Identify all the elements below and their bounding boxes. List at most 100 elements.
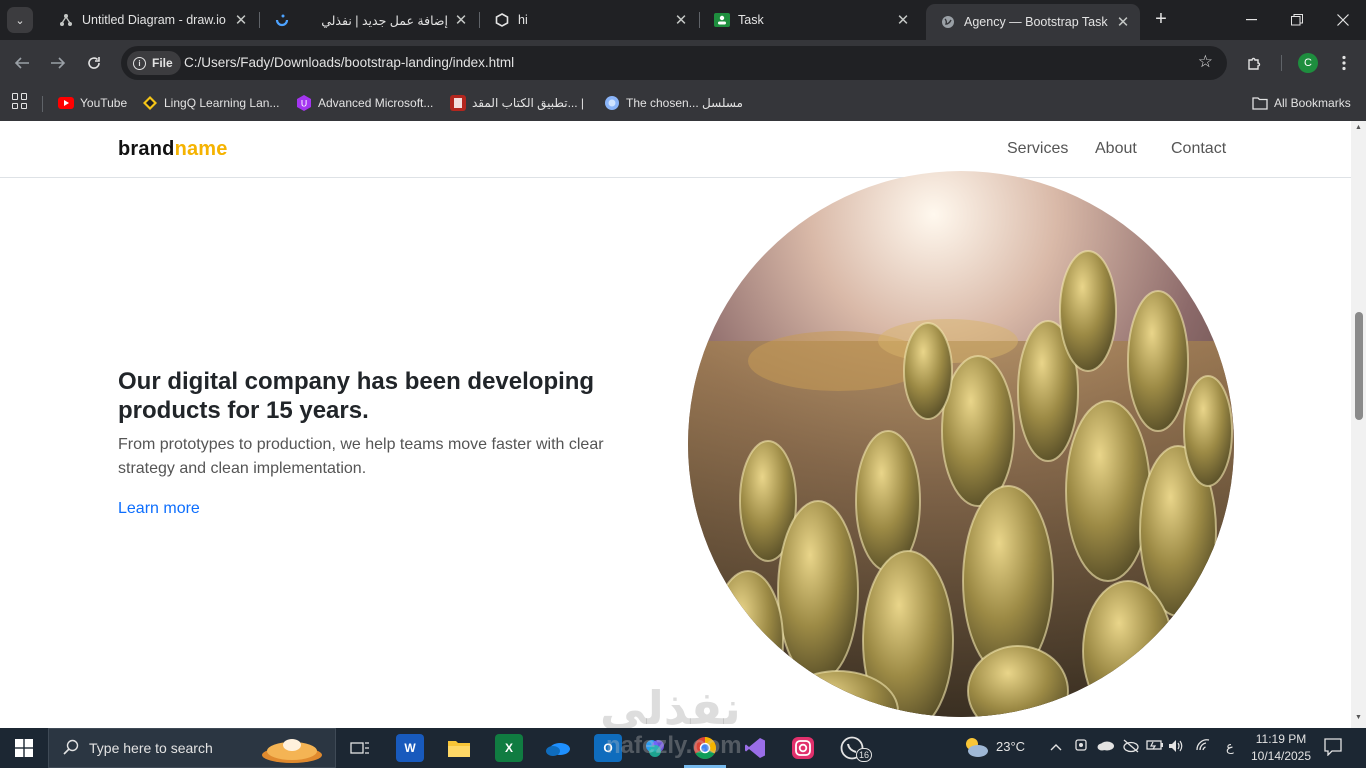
profile-avatar[interactable]: C — [1298, 53, 1318, 73]
back-arrow-icon[interactable] — [10, 51, 34, 75]
weather-temp[interactable]: 23°C — [996, 739, 1025, 754]
bible-icon — [450, 95, 466, 111]
tab-task[interactable]: Task ✕ — [700, 4, 920, 36]
windows-start-icon[interactable] — [0, 728, 48, 768]
tray-chevron-up-icon[interactable] — [1050, 739, 1062, 754]
scroll-down-arrow-icon[interactable]: ▼ — [1354, 714, 1363, 723]
bookmarks-bar: YouTube LingQ Learning Lan... U Advanced… — [0, 86, 1366, 121]
lingq-icon — [142, 95, 158, 111]
close-tab-icon[interactable]: ✕ — [894, 11, 912, 29]
network-off-icon[interactable] — [1122, 739, 1140, 756]
classroom-icon — [714, 12, 730, 28]
bookmark-bible-app[interactable]: تطبيق الكتاب المقد... | — [450, 92, 584, 114]
tab-title: إضافة عمل جديد | نفذلي — [321, 13, 448, 28]
brand-main: brand — [118, 138, 175, 160]
address-bar[interactable]: i File C:/Users/Fady/Downloads/bootstrap… — [121, 46, 1227, 80]
visual-studio-icon[interactable] — [741, 734, 769, 762]
tab-hi[interactable]: hi ✕ — [480, 4, 698, 36]
minimize-button[interactable] — [1228, 0, 1274, 40]
search-placeholder: Type here to search — [89, 740, 213, 756]
weather-icon[interactable] — [962, 736, 990, 761]
scroll-up-arrow-icon[interactable]: ▲ — [1354, 124, 1363, 133]
nafezly-url-watermark: nafezly.com — [606, 732, 742, 759]
task-view-icon[interactable] — [346, 734, 374, 762]
word-icon[interactable]: W — [396, 734, 424, 762]
close-tab-icon[interactable]: ✕ — [1114, 13, 1132, 31]
bookmark-youtube[interactable]: YouTube — [58, 92, 127, 114]
page-scrollbar[interactable]: ▲ ▼ — [1351, 121, 1366, 728]
notifications-icon[interactable] — [1324, 738, 1342, 759]
info-icon: i — [133, 56, 146, 70]
bookmark-lingq[interactable]: LingQ Learning Lan... — [142, 92, 279, 114]
tab-strip: ⌄ Untitled Diagram - draw.io ✕ إضافة عمل… — [0, 0, 1366, 40]
nafezly-watermark: نفذلي — [600, 682, 741, 728]
bookmark-label: The chosen... مسلسل — [626, 96, 743, 110]
bookmark-the-chosen[interactable]: The chosen... مسلسل — [604, 92, 743, 114]
svg-text:U: U — [301, 100, 308, 110]
forward-arrow-icon[interactable] — [46, 51, 70, 75]
bookmark-label: YouTube — [80, 96, 128, 110]
udemy-icon: U — [296, 95, 312, 111]
bookmarks-divider — [42, 96, 43, 112]
restore-button[interactable] — [1274, 0, 1320, 40]
bookmark-label: Advanced Microsoft... — [318, 96, 434, 110]
brand-logo[interactable]: brandname — [118, 138, 228, 161]
nav-link-contact[interactable]: Contact — [1171, 140, 1226, 158]
chosen-icon — [604, 95, 620, 111]
onedrive-icon[interactable] — [544, 734, 572, 762]
tab-drawio[interactable]: Untitled Diagram - draw.io ✕ — [44, 4, 258, 36]
search-icon — [63, 739, 81, 758]
wifi-icon[interactable] — [1196, 739, 1210, 754]
learn-more-link[interactable]: Learn more — [118, 500, 200, 518]
nav-link-services[interactable]: Services — [1007, 140, 1068, 158]
volume-icon[interactable] — [1168, 739, 1184, 756]
browser-toolbar: i File C:/Users/Fady/Downloads/bootstrap… — [0, 40, 1366, 86]
pie-highlight-icon — [257, 733, 327, 768]
close-tab-icon[interactable]: ✕ — [452, 11, 470, 29]
tab-title: hi — [518, 13, 528, 27]
close-tab-icon[interactable]: ✕ — [672, 11, 690, 29]
tab-nafezly[interactable]: إضافة عمل جديد | نفذلي ✕ — [260, 4, 478, 36]
instagram-icon[interactable] — [789, 734, 817, 762]
drawio-icon — [58, 12, 74, 28]
tab-title: Untitled Diagram - draw.io — [82, 13, 226, 27]
extensions-icon[interactable] — [1243, 51, 1267, 75]
nafezly-icon — [274, 12, 290, 28]
tab-agency-active[interactable]: Agency — Bootstrap Task ✕ — [926, 4, 1140, 40]
close-tab-icon[interactable]: ✕ — [232, 11, 250, 29]
page-viewport: brandname Services About Contact Our dig… — [0, 121, 1351, 728]
tab-title: Task — [738, 13, 764, 27]
apps-grid-icon[interactable] — [12, 93, 28, 109]
excel-icon[interactable]: X — [495, 734, 523, 762]
close-window-button[interactable] — [1320, 0, 1366, 40]
file-explorer-icon[interactable] — [445, 734, 473, 762]
input-language[interactable]: ع — [1226, 739, 1234, 755]
camera-tray-icon[interactable] — [1074, 739, 1088, 756]
youtube-icon — [58, 95, 74, 111]
reload-icon[interactable] — [82, 51, 106, 75]
onedrive-tray-icon[interactable] — [1097, 739, 1115, 754]
bookmark-udemy[interactable]: U Advanced Microsoft... — [296, 92, 433, 114]
all-bookmarks-label: All Bookmarks — [1274, 96, 1351, 110]
clock-date: 10/14/2025 — [1250, 749, 1312, 763]
new-tab-button[interactable]: + — [1150, 9, 1172, 31]
tab-search-button[interactable]: ⌄ — [7, 7, 33, 33]
url-text[interactable]: C:/Users/Fady/Downloads/bootstrap-landin… — [184, 55, 514, 70]
site-info-chip[interactable]: i File — [127, 51, 181, 75]
battery-icon[interactable] — [1146, 739, 1164, 754]
bookmark-star-icon[interactable]: ☆ — [1198, 52, 1213, 72]
nav-link-about[interactable]: About — [1095, 140, 1137, 158]
scheme-label: File — [152, 56, 173, 70]
globe-icon — [940, 14, 956, 30]
menu-dots-icon[interactable] — [1332, 51, 1356, 75]
taskbar-search[interactable]: Type here to search — [48, 728, 336, 768]
brand-accent: name — [174, 138, 228, 160]
windows-taskbar: Type here to search W X O 16 nafezly.com… — [0, 728, 1366, 768]
system-clock[interactable]: 11:19 PM 10/14/2025 — [1248, 731, 1314, 765]
hero-cactus-image — [688, 171, 1234, 717]
bookmark-label: تطبيق الكتاب المقد... | — [472, 96, 585, 110]
whatsapp-badge: 16 — [856, 748, 872, 762]
all-bookmarks[interactable]: All Bookmarks — [1252, 92, 1351, 114]
scroll-thumb[interactable] — [1355, 312, 1363, 420]
tab-title: Agency — Bootstrap Task — [964, 15, 1108, 29]
